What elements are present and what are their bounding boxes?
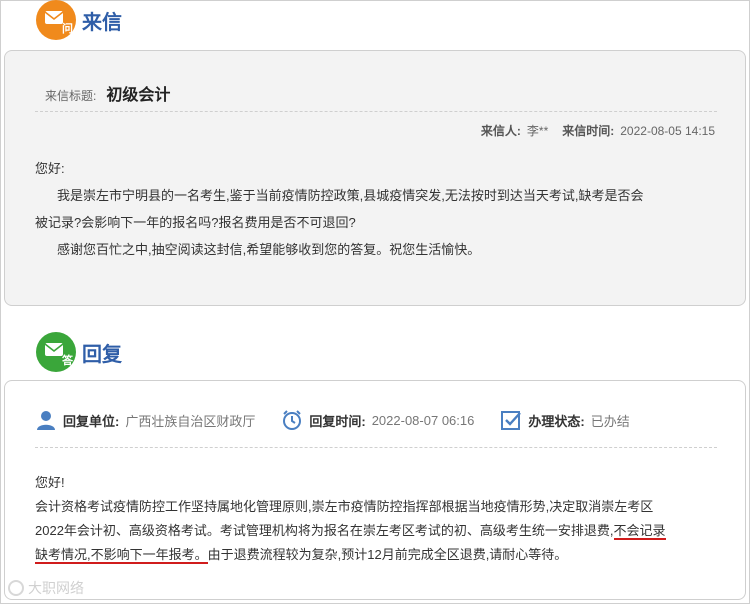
sender-value: 李** — [526, 124, 549, 138]
letter-meta: 来信人: 李** 来信时间: 2022-08-05 14:15 — [481, 122, 715, 139]
reply-section-title: 回复 — [82, 341, 122, 366]
watermark: 大职网络 — [8, 578, 84, 598]
reply-time: 回复时间: 2022-08-07 06:16 — [281, 409, 474, 431]
reply-time-value: 2022-08-07 06:16 — [371, 412, 475, 428]
reply-body: 您好! 会计资格考试疫情防控工作坚持属地化管理原则,崇左市疫情防控指挥部根据当地… — [35, 471, 725, 567]
reply-line-1: 会计资格考试疫情防控工作坚持属地化管理原则,崇左市疫情防控指挥部根据当地疫情形势… — [35, 499, 654, 514]
reply-status: 办理状态: 已办结 — [500, 409, 630, 431]
letter-box: 来信标题: 初级会计 来信人: 李** 来信时间: 2022-08-05 14:… — [4, 50, 746, 306]
reply-line-3-text: 由于退费流程较为复杂,预计12月前完成全区退费,请耐心等待。 — [207, 547, 568, 562]
envelope-answer-icon: 答 — [36, 332, 76, 372]
reply-greeting: 您好! — [35, 475, 65, 490]
reply-meta: 回复单位: 广西壮族自治区财政厅 回复时间: 2022-08-07 06:16 … — [35, 409, 656, 431]
underlined-highlight: 不会记录 — [613, 523, 666, 540]
user-icon — [37, 411, 55, 430]
reply-line-3: 缺考情况,不影响下一年报考。由于退费流程较为复杂,预计12月前完成全区退费,请耐… — [35, 543, 725, 567]
sender-label: 来信人: — [480, 124, 521, 138]
letter-paragraph-1-line-1: 我是崇左市宁明县的一名考生,鉴于当前疫情防控政策,县城疫情突发,无法按时到达当天… — [57, 188, 644, 203]
letter-section-header: 问 来信 — [36, 0, 122, 40]
reply-unit: 回复单位: 广西壮族自治区财政厅 — [35, 409, 255, 431]
divider — [35, 111, 717, 112]
letter-time-value: 2022-08-05 14:15 — [620, 124, 715, 138]
subject-label: 来信标题: — [45, 89, 97, 103]
reply-section-header: 答 回复 — [36, 332, 122, 372]
reply-line-2: 2022年会计初、高级资格考试。考试管理机构将为报名在崇左考区考试的初、高级考生… — [35, 519, 725, 543]
unit-label: 回复单位: — [63, 413, 120, 429]
letter-paragraph-1-line-2: 被记录?会影响下一年的报名吗?报名费用是否不可退回? — [35, 215, 356, 230]
letter-time-label: 来信时间: — [562, 124, 615, 138]
reply-box: 回复单位: 广西壮族自治区财政厅 回复时间: 2022-08-07 06:16 … — [4, 380, 746, 600]
unit-value: 广西壮族自治区财政厅 — [125, 413, 256, 429]
letter-body: 您好: 我是崇左市宁明县的一名考生,鉴于当前疫情防控政策,县城疫情突发,无法按时… — [35, 155, 725, 263]
status-value: 已办结 — [590, 413, 630, 429]
badge-char: 答 — [62, 354, 73, 367]
underlined-highlight: 缺考情况,不影响下一年报考。 — [35, 547, 208, 564]
letter-greeting: 您好: — [35, 161, 65, 176]
letter-paragraph-2: 感谢您百忙之中,抽空阅读这封信,希望能够收到您的答复。祝您生活愉快。 — [57, 242, 481, 257]
badge-char: 问 — [62, 22, 73, 35]
letter-subject-row: 来信标题: 初级会计 — [45, 81, 170, 105]
watermark-logo-icon — [8, 580, 24, 596]
letter-subject: 初级会计 — [106, 87, 171, 104]
watermark-text: 大职网络 — [28, 580, 84, 596]
reply-time-label: 回复时间: — [309, 413, 366, 429]
status-label: 办理状态: — [528, 413, 585, 429]
check-box-icon — [501, 411, 522, 430]
reply-line-2-text: 2022年会计初、高级资格考试。考试管理机构将为报名在崇左考区考试的初、高级考生… — [35, 523, 614, 538]
letter-section-title: 来信 — [82, 9, 122, 34]
envelope-question-icon: 问 — [36, 0, 76, 40]
divider — [35, 447, 717, 448]
clock-icon — [283, 410, 302, 430]
